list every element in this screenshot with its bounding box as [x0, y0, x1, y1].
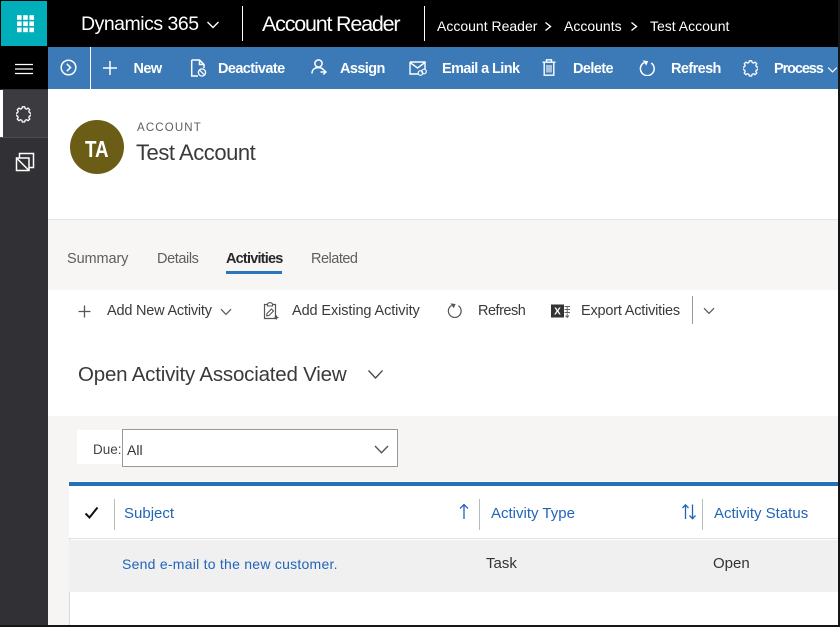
svg-text:X: X — [554, 307, 561, 318]
